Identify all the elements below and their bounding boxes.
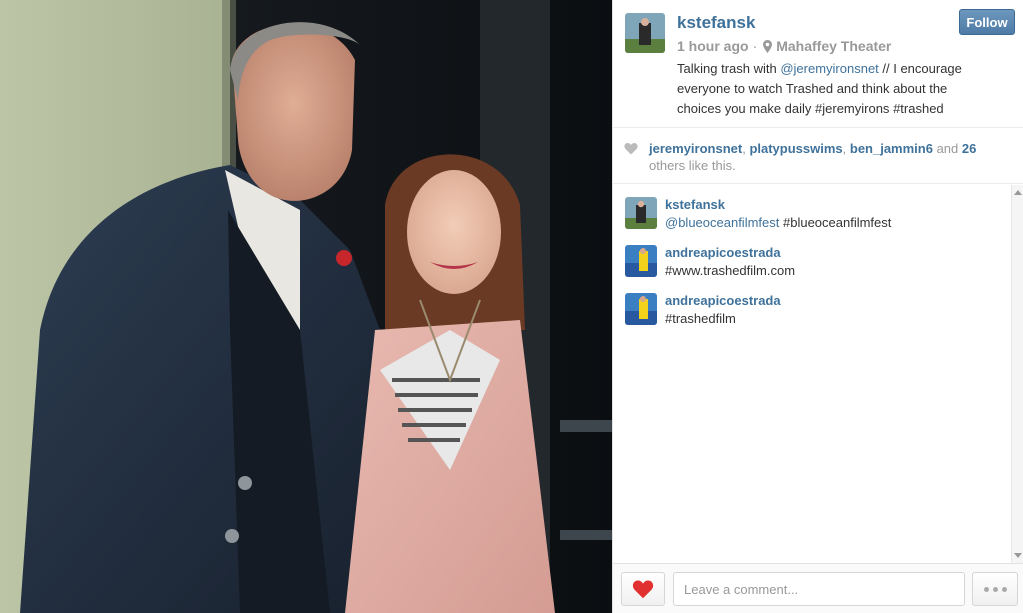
comments-scrollbar[interactable] [1011, 185, 1023, 563]
post-location[interactable]: Mahaffey Theater [776, 36, 891, 56]
comment-username[interactable]: andreapicoestrada [665, 245, 1023, 261]
like-button[interactable] [621, 572, 665, 606]
comment-hashtag[interactable]: #trashedfilm [665, 309, 1023, 329]
photo-image [0, 0, 612, 613]
post-panel: kstefansk 1 hour ago · Mahaffey Theater … [612, 0, 1023, 613]
author-username[interactable]: kstefansk [677, 12, 967, 34]
author-avatar[interactable] [625, 13, 665, 53]
comment-list: kstefansk @blueoceanfilmfest #blueoceanf… [613, 185, 1023, 563]
comment-footer [613, 563, 1023, 613]
scroll-up-icon[interactable] [1014, 190, 1022, 195]
liker-separator: , [842, 141, 850, 156]
likes-count[interactable]: 26 [962, 141, 976, 156]
list-item: andreapicoestrada #trashedfilm [613, 281, 1023, 329]
liker-username[interactable]: jeremyironsnet [649, 141, 742, 156]
caption-hashtag[interactable]: #jeremyirons [815, 101, 889, 116]
caption-text: Talking trash with [677, 61, 781, 76]
scroll-down-icon[interactable] [1014, 553, 1022, 558]
post-header: kstefansk 1 hour ago · Mahaffey Theater … [613, 0, 1023, 128]
caption-mention[interactable]: @jeremyironsnet [780, 61, 878, 76]
post-caption: Talking trash with @jeremyironsnet // I … [677, 59, 992, 119]
more-options-icon [1001, 586, 1007, 592]
comment-hashtag[interactable]: #blueoceanfilmfest [779, 215, 891, 230]
follow-button[interactable]: Follow [959, 9, 1015, 35]
location-pin-icon [763, 39, 773, 53]
post-photo [0, 0, 612, 613]
comment-mention[interactable]: @blueoceanfilmfest [665, 215, 779, 230]
commenter-avatar[interactable] [625, 293, 657, 325]
comment-input[interactable] [673, 572, 965, 606]
heart-icon [632, 580, 654, 599]
more-options-button[interactable] [972, 572, 1018, 606]
more-options-icon [983, 586, 989, 592]
caption-hashtag[interactable]: #trashed [893, 101, 944, 116]
commenter-avatar[interactable] [625, 245, 657, 277]
likes-summary: jeremyironsnet, platypusswims, ben_jammi… [613, 128, 1023, 184]
commenter-avatar[interactable] [625, 197, 657, 229]
list-item: kstefansk @blueoceanfilmfest #blueoceanf… [613, 185, 1023, 233]
comment-text: @blueoceanfilmfest #blueoceanfilmfest [665, 213, 1023, 233]
meta-separator: · [752, 38, 758, 54]
likes-and: and [932, 141, 962, 156]
comment-username[interactable]: kstefansk [665, 197, 1023, 213]
post-header-text: kstefansk 1 hour ago · Mahaffey Theater … [677, 12, 967, 119]
post-meta: 1 hour ago · Mahaffey Theater [677, 36, 967, 56]
comment-hashtag[interactable]: #www.trashedfilm.com [665, 261, 1023, 281]
post-time[interactable]: 1 hour ago [677, 36, 749, 56]
liker-username[interactable]: ben_jammin6 [850, 141, 933, 156]
heart-icon [624, 143, 638, 155]
liker-username[interactable]: platypusswims [749, 141, 842, 156]
comment-username[interactable]: andreapicoestrada [665, 293, 1023, 309]
list-item: andreapicoestrada #www.trashedfilm.com [613, 233, 1023, 281]
likes-suffix: others like this. [649, 158, 736, 173]
more-options-icon [992, 586, 998, 592]
